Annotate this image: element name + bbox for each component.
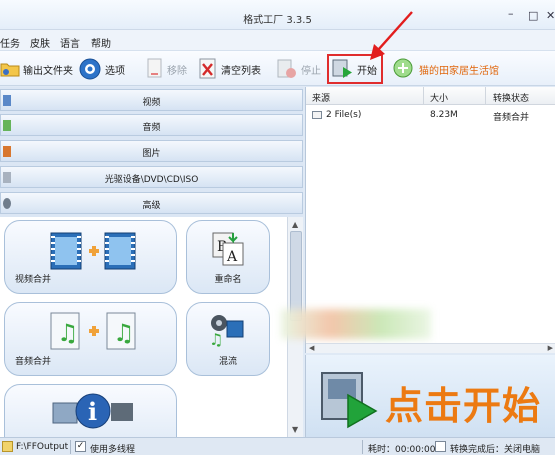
category-picture[interactable]: 图片	[0, 140, 303, 162]
clear-list-button[interactable]: 清空列表	[198, 51, 261, 87]
mix-icon: ♫	[209, 315, 244, 347]
minimize-button[interactable]: –	[508, 7, 514, 20]
menu-bar: 任务 皮肤 语言 帮助	[0, 30, 555, 50]
stop-label: 停止	[301, 65, 321, 77]
close-button[interactable]: ✕	[546, 9, 555, 22]
remove-button[interactable]: 移除	[146, 51, 187, 87]
category-video[interactable]: 视频	[0, 89, 303, 111]
multithread-checkbox[interactable]: ✓	[75, 441, 86, 452]
stop-icon	[277, 59, 296, 78]
promo-label: 猫的田家居生活馆	[419, 65, 499, 77]
video-merge-label: 视频合并	[15, 275, 52, 285]
rename-label: 重命名	[214, 275, 242, 285]
folder-icon	[2, 441, 13, 452]
start-banner[interactable]: 点击开始	[305, 355, 555, 439]
options-button[interactable]: 选项	[78, 51, 125, 87]
status-divider	[70, 440, 71, 454]
promo-icon	[393, 58, 413, 78]
column-divider[interactable]	[423, 87, 424, 105]
rename-tile[interactable]: B A 重命名	[186, 220, 270, 294]
title-bar: 格式工厂 3.3.5 – □ ✕	[0, 0, 555, 30]
audio-merge-label: 音频合并	[15, 357, 52, 367]
category-label: 图片	[142, 149, 161, 159]
audio-merge-tile[interactable]: ♫ ♫ 音频合并	[4, 302, 177, 376]
clear-list-label: 清空列表	[221, 65, 261, 77]
mix-label: 混流	[218, 357, 237, 367]
function-panel: 视频 音频 图片 光驱设备\DVD\CD\ISO 高级 视频合并 B A 重命名…	[0, 87, 303, 437]
info-icon: i	[52, 393, 133, 429]
stop-button[interactable]: 停止	[276, 51, 321, 87]
column-size[interactable]: 大小	[430, 91, 448, 104]
maximize-button[interactable]: □	[528, 9, 538, 22]
start-label: 开始	[357, 65, 377, 77]
row-size: 8.23M	[430, 110, 458, 120]
category-label: 光驱设备\DVD\CD\ISO	[104, 175, 199, 185]
menu-task[interactable]: 任务	[0, 35, 20, 50]
promo-link[interactable]: 猫的田家居生活馆	[392, 51, 499, 87]
output-folder-label: 输出文件夹	[23, 65, 73, 77]
menu-help[interactable]: 帮助	[91, 35, 111, 50]
toolbar: 输出文件夹 选项 移除 清空列表 停止 开始 猫的田家居生活馆	[0, 50, 555, 86]
svg-text:♫: ♫	[113, 319, 135, 347]
start-icon	[332, 59, 352, 78]
options-label: 选项	[105, 65, 125, 77]
status-divider	[362, 440, 363, 454]
column-divider[interactable]	[485, 87, 486, 105]
media-info-tile[interactable]: i	[4, 384, 177, 437]
remove-label: 移除	[167, 65, 187, 77]
start-banner-icon	[321, 372, 378, 429]
clear-list-icon	[199, 58, 216, 79]
category-label: 音频	[142, 123, 161, 133]
row-source: 2 File(s)	[326, 110, 362, 120]
remove-icon	[147, 58, 162, 78]
menu-language[interactable]: 语言	[60, 35, 80, 50]
category-label: 高级	[142, 201, 161, 211]
multithread-label: 使用多线程	[90, 445, 136, 455]
svg-text:A: A	[226, 249, 238, 265]
task-list: 来源 大小 转换状态 2 File(s) 8.23M 音频合并 ◀ ▶	[281, 87, 555, 353]
file-icon	[312, 111, 322, 119]
status-bar: F:\FFOutput ✓ 使用多线程 耗时：00:00:00 转换完成后：关闭…	[0, 437, 555, 455]
folder-icon	[0, 63, 20, 77]
table-row[interactable]: 2 File(s) 8.23M 音频合并	[306, 107, 555, 123]
start-button[interactable]: 开始	[327, 54, 383, 84]
options-icon	[79, 58, 101, 80]
svg-text:♫: ♫	[57, 319, 79, 347]
scroll-left-icon[interactable]: ◀	[309, 344, 314, 352]
after-convert-checkbox[interactable]	[435, 441, 446, 452]
audio-merge-icon: ♫ ♫	[50, 312, 136, 350]
elapsed-time: 耗时：00:00:00	[368, 445, 436, 455]
output-folder-button[interactable]: 输出文件夹	[0, 51, 73, 87]
task-list-header: 来源 大小 转换状态	[306, 87, 555, 105]
svg-text:♫: ♫	[209, 330, 223, 347]
menu-skin[interactable]: 皮肤	[30, 35, 50, 50]
column-source[interactable]: 来源	[312, 91, 330, 104]
scroll-thumb[interactable]	[290, 231, 302, 321]
advanced-tools: 视频合并 B A 重命名 ♫ ♫ 音频合并 ♫ 混流 i	[0, 217, 287, 437]
category-audio[interactable]: 音频	[0, 114, 303, 136]
rename-icon: B A	[212, 232, 244, 266]
scroll-up-icon[interactable]: ▲	[292, 220, 298, 229]
scroll-down-icon[interactable]: ▼	[292, 425, 298, 434]
format-factory-window: 格式工厂 3.3.5 – □ ✕ 任务 皮肤 语言 帮助 输出文件夹 选项 移除…	[0, 0, 555, 455]
task-list-hscrollbar[interactable]: ◀ ▶	[306, 343, 555, 353]
output-path[interactable]: F:\FFOutput	[16, 442, 68, 452]
category-label: 视频	[142, 98, 161, 108]
start-banner-text: 点击开始	[385, 383, 542, 428]
window-title: 格式工厂 3.3.5	[243, 15, 312, 26]
category-optical-drive[interactable]: 光驱设备\DVD\CD\ISO	[0, 166, 303, 188]
after-convert-label: 转换完成后：关闭电脑	[450, 445, 541, 455]
scroll-right-icon[interactable]: ▶	[548, 344, 553, 352]
row-status: 音频合并	[493, 113, 530, 123]
video-merge-tile[interactable]: 视频合并	[4, 220, 177, 294]
mix-tile[interactable]: ♫ 混流	[186, 302, 270, 376]
svg-text:i: i	[88, 397, 97, 426]
video-merge-icon	[50, 232, 136, 270]
column-status[interactable]: 转换状态	[493, 91, 529, 104]
blurred-overlay	[281, 309, 431, 339]
category-advanced[interactable]: 高级	[0, 192, 303, 214]
